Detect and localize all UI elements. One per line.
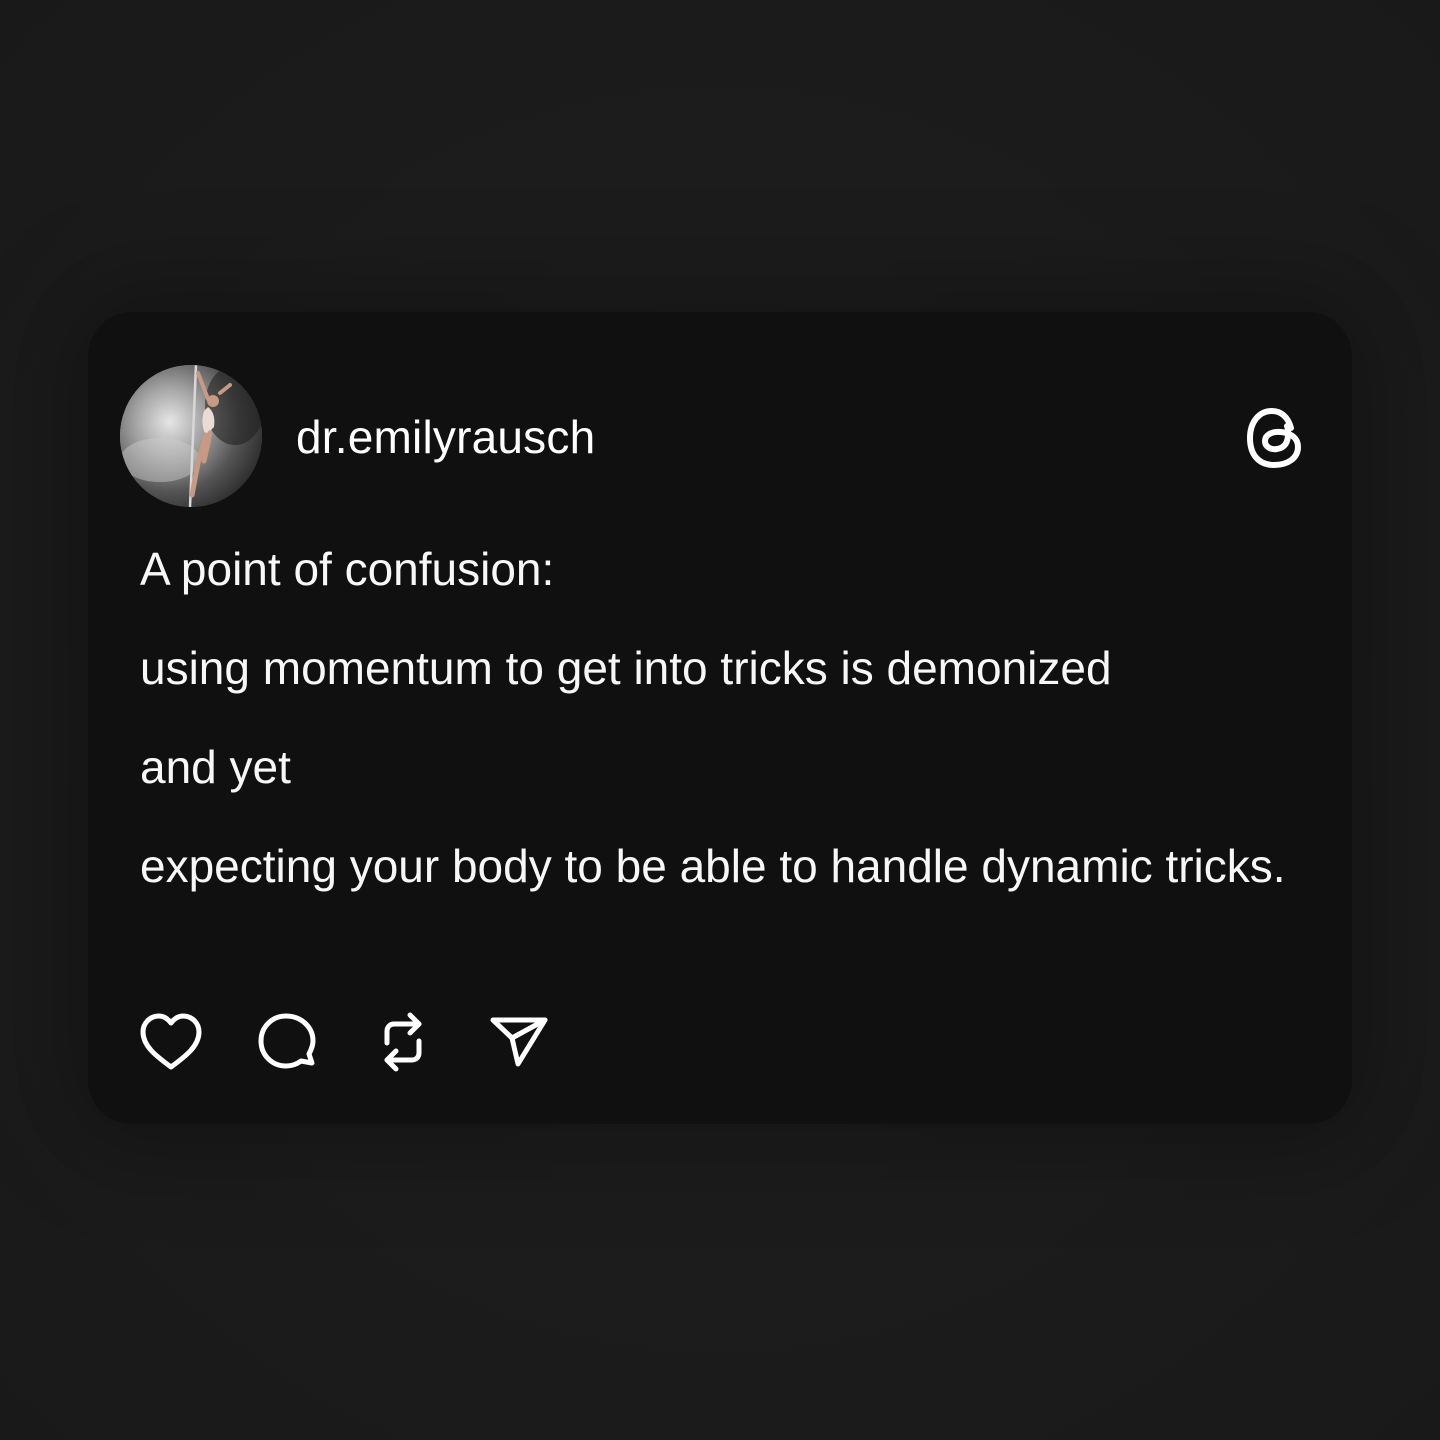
post-body: A point of confusion: using momentum to …: [140, 536, 1310, 932]
post-paragraph: expecting your body to be able to handle…: [140, 840, 1286, 892]
post-paragraph: A point of confusion:: [140, 543, 555, 595]
post-actions: [138, 1010, 602, 1074]
threads-logo-icon[interactable]: [1244, 403, 1308, 473]
post-paragraph: using momentum to get into tricks is dem…: [140, 642, 1112, 694]
comment-icon[interactable]: [254, 1009, 320, 1075]
username[interactable]: dr.emilyrausch: [296, 411, 595, 463]
page-background: dr.emilyrausch A point of confusion: usi…: [0, 0, 1440, 1440]
avatar-photo: [120, 365, 262, 507]
heart-icon[interactable]: [138, 1009, 204, 1075]
repost-icon[interactable]: [370, 1009, 436, 1075]
post-paragraph: and yet: [140, 741, 291, 793]
share-icon[interactable]: [486, 1009, 552, 1075]
avatar[interactable]: [120, 365, 262, 507]
post-header: dr.emilyrausch: [120, 365, 1308, 507]
threads-post-card: dr.emilyrausch A point of confusion: usi…: [88, 312, 1352, 1124]
